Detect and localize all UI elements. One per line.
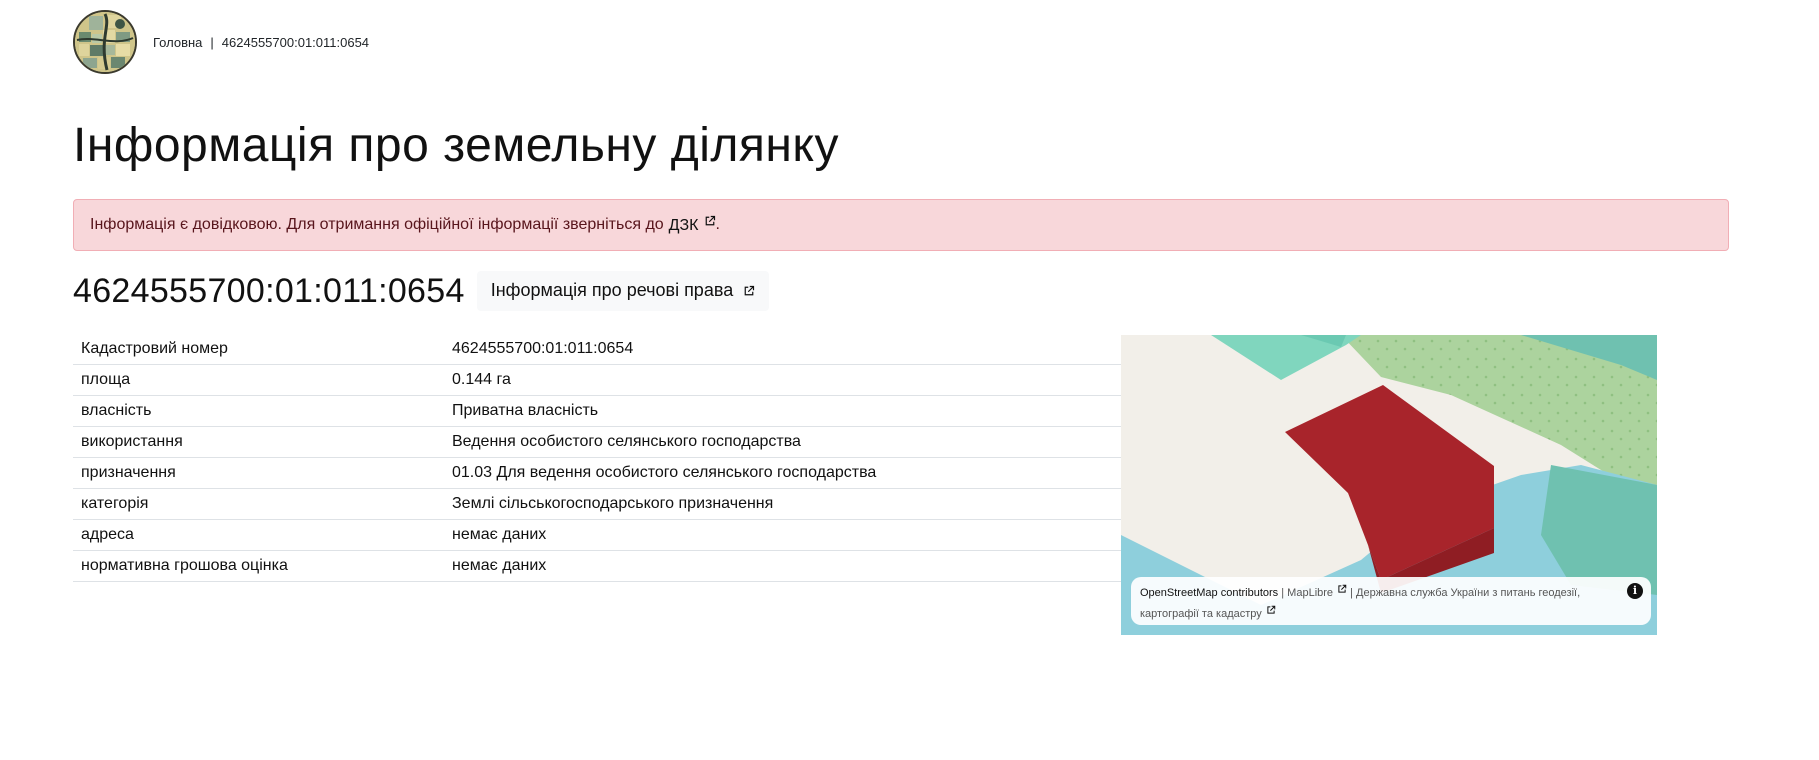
row-key: Кадастровий номер	[73, 334, 444, 365]
breadcrumb-separator: |	[210, 34, 214, 50]
dzk-link[interactable]: ДЗК	[669, 215, 716, 235]
table-row: адреса немає даних	[73, 519, 1168, 551]
property-rights-button[interactable]: Інформація про речові права	[476, 271, 770, 311]
external-link-icon	[744, 285, 755, 295]
row-value: немає даних	[444, 519, 1168, 551]
parcel-id-heading: 4624555700:01:011:0654	[73, 271, 465, 310]
row-key: площа	[73, 364, 444, 396]
table-row: використання Ведення особистого селянсько…	[73, 426, 1168, 458]
row-value: 01.03 Для ведення особистого селянського…	[444, 457, 1168, 489]
row-key: нормативна грошова оцінка	[73, 550, 444, 582]
table-row: призначення 01.03 Для ведення особистого …	[73, 457, 1168, 489]
row-key: адреса	[73, 519, 444, 551]
external-link-icon	[705, 215, 715, 226]
parcel-info-table: Кадастровий номер 4624555700:01:011:0654 …	[73, 334, 1168, 582]
map-attribution: OpenStreetMap contributors | MapLibre | …	[1131, 577, 1651, 625]
table-row: площа 0.144 га	[73, 364, 1168, 396]
table-row: Кадастровий номер 4624555700:01:011:0654	[73, 334, 1168, 365]
breadcrumb-home-link[interactable]: Головна	[153, 35, 202, 50]
header: Головна | 4624555700:01:011:0654	[73, 9, 369, 75]
property-rights-label: Інформація про речові права	[490, 280, 734, 300]
row-key: категорія	[73, 488, 444, 520]
external-link-icon	[1338, 584, 1347, 593]
row-value: Приватна власність	[444, 395, 1168, 427]
table-row: категорія Землі сільськогосподарського пр…	[73, 488, 1168, 520]
alert-text: Інформація є довідковою. Для отримання о…	[90, 216, 664, 233]
logo-mosaic-icon	[75, 12, 135, 72]
page-title: Інформація про земельну ділянку	[73, 119, 839, 172]
attribution-separator: |	[1281, 587, 1285, 599]
row-key: призначення	[73, 457, 444, 489]
info-alert: Інформація є довідковою. Для отримання о…	[73, 199, 1729, 251]
row-key: власність	[73, 395, 444, 427]
table-row: нормативна грошова оцінка немає даних	[73, 550, 1168, 582]
row-value: Землі сільськогосподарського призначення	[444, 488, 1168, 520]
breadcrumb: Головна | 4624555700:01:011:0654	[153, 35, 369, 50]
alert-suffix: .	[715, 216, 720, 233]
breadcrumb-current: 4624555700:01:011:0654	[221, 34, 370, 50]
external-link-icon	[1267, 605, 1276, 614]
site-logo[interactable]	[73, 10, 137, 74]
info-icon[interactable]: i	[1627, 583, 1643, 599]
table-row: власність Приватна власність	[73, 395, 1168, 427]
maplibre-link[interactable]: MapLibre	[1287, 587, 1333, 599]
osm-attribution-link[interactable]: OpenStreetMap contributors	[1140, 587, 1278, 599]
dzk-link-label: ДЗК	[668, 217, 699, 234]
parcel-heading-row: 4624555700:01:011:0654 Інформація про ре…	[73, 271, 770, 311]
row-value: Ведення особистого селянського господарс…	[444, 426, 1168, 458]
row-key: використання	[73, 426, 444, 458]
attribution-separator: |	[1350, 587, 1353, 599]
row-value: немає даних	[444, 550, 1168, 582]
row-value: 0.144 га	[444, 364, 1168, 396]
row-value: 4624555700:01:011:0654	[444, 334, 1168, 365]
